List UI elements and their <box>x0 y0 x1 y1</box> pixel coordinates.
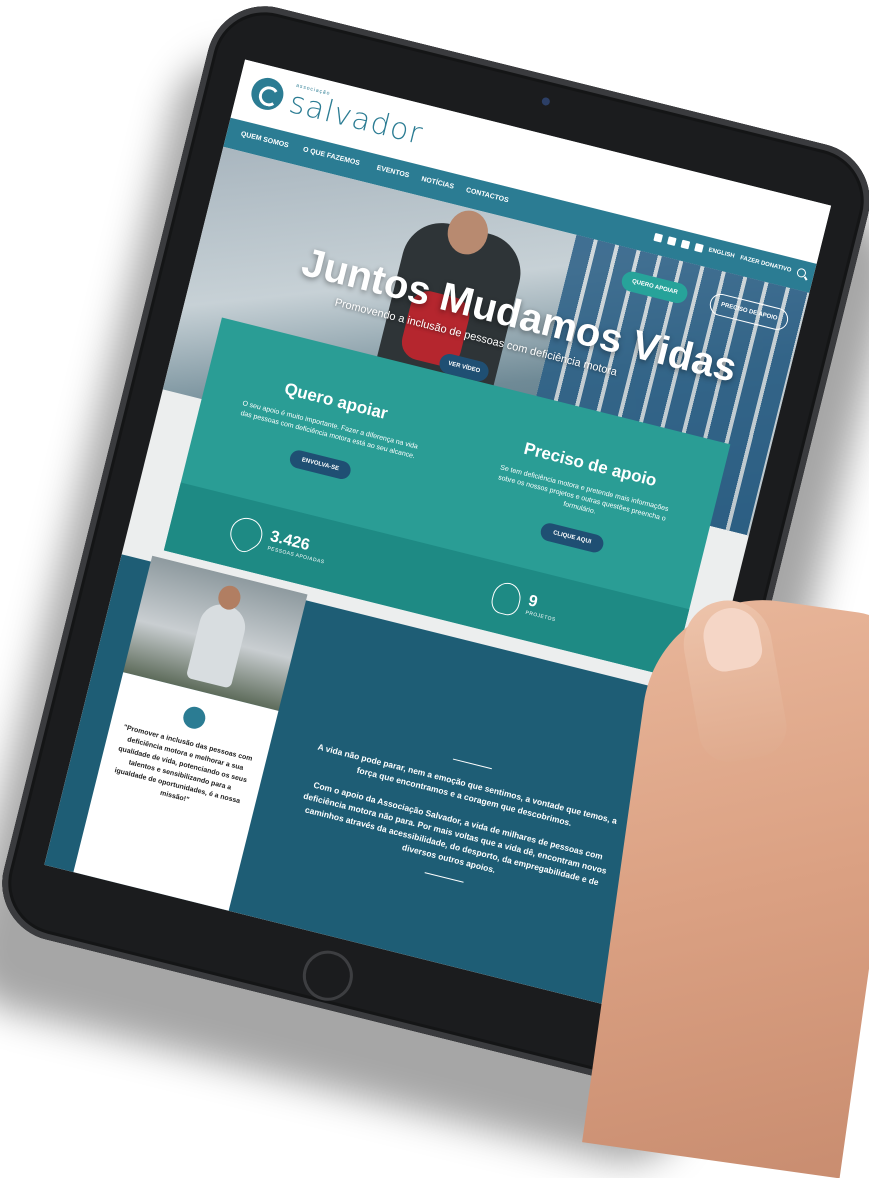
clique-aqui-button[interactable]: CLIQUE AQUI <box>539 521 605 555</box>
instagram-icon[interactable] <box>694 242 704 253</box>
mission-photo-person <box>185 599 250 689</box>
mission-quote: "Promover a inclusão das pessoas com def… <box>113 724 254 806</box>
stat-people: 3.426 PESSOAS APOIADAS <box>224 511 330 569</box>
facebook-icon[interactable] <box>653 232 663 243</box>
camera-icon <box>540 96 551 107</box>
stat-projects: 9 PROJETOS <box>488 579 562 627</box>
heart-hand-icon <box>224 511 269 556</box>
nav-item-noticias[interactable]: NOTÍCIAS <box>420 176 454 191</box>
mission-text: A vida não pode parar, nem a emoção que … <box>280 723 632 931</box>
donate-link[interactable]: FAZER DONATIVO <box>740 255 792 274</box>
youtube-icon[interactable] <box>680 239 691 249</box>
hero-person-head <box>443 206 493 259</box>
home-button[interactable] <box>297 945 359 1007</box>
search-icon[interactable] <box>795 267 807 279</box>
nav-item-o-que-fazemos[interactable]: O QUE FAZEMOS <box>302 146 360 167</box>
logo-icon[interactable] <box>248 74 287 114</box>
linkedin-icon[interactable] <box>666 235 677 246</box>
lang-switch[interactable]: ENGLISH <box>708 247 735 259</box>
nav-item-quem-somos[interactable]: QUEM SOMOS <box>240 131 289 150</box>
envolva-se-button[interactable]: ENVOLVA-SE <box>287 448 353 481</box>
nav-item-eventos[interactable]: EVENTOS <box>376 165 410 180</box>
divider <box>424 872 464 883</box>
divider <box>452 758 492 770</box>
logo-badge-icon <box>180 704 208 732</box>
lightbulb-icon <box>488 579 524 618</box>
mission-quote-card: "Promover a inclusão das pessoas com def… <box>73 672 279 911</box>
nav-item-contactos[interactable]: CONTACTOS <box>465 187 509 204</box>
